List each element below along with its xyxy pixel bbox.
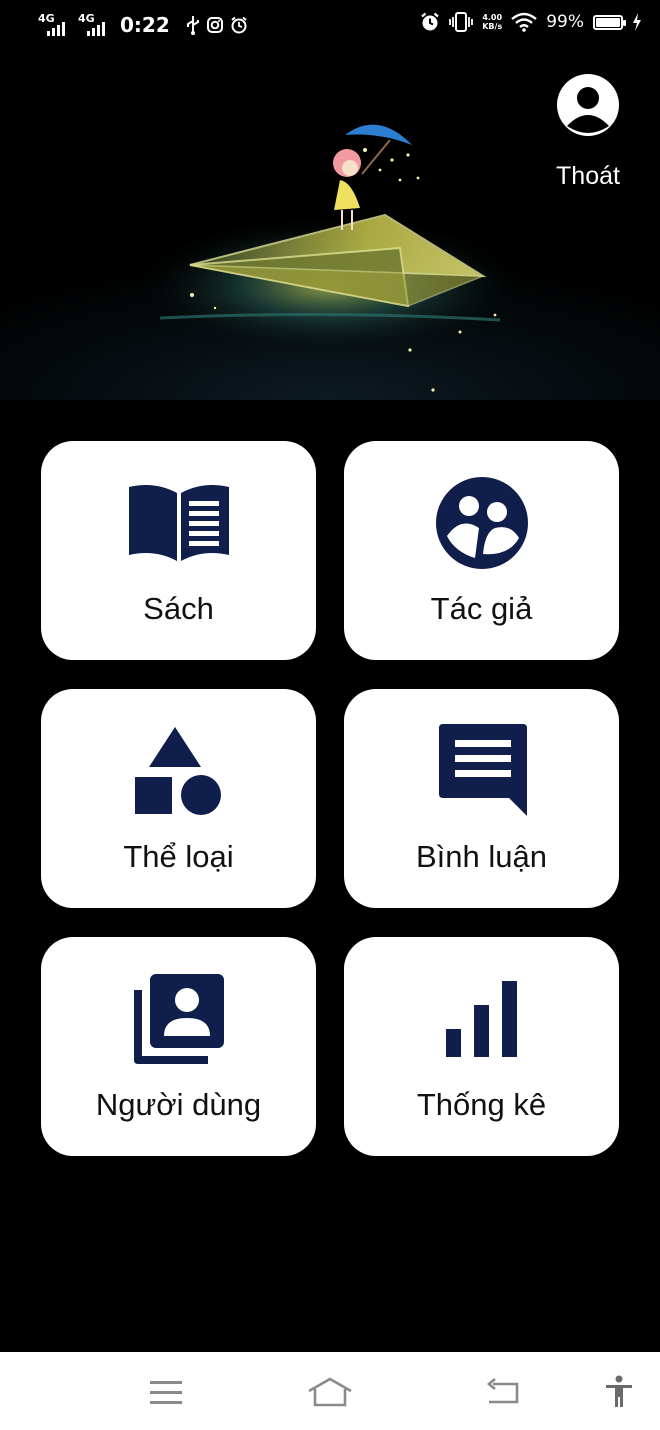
menu-card-authors[interactable]: Tác giả: [344, 441, 619, 660]
instagram-icon: [206, 17, 223, 33]
home-nav-button[interactable]: [306, 1370, 354, 1414]
status-bar: 4G 4G 0:22 4.00 KB/s 99%: [0, 0, 660, 52]
account-circle-icon: [557, 74, 619, 136]
logout-button[interactable]: Thoát: [550, 74, 626, 191]
charging-icon: [633, 13, 641, 31]
battery-percent: 99%: [546, 12, 584, 32]
alarm-icon: [231, 16, 247, 34]
signal-icon: 4G: [78, 12, 112, 38]
menu-card-label: Tác giả: [430, 591, 533, 626]
comment-icon: [438, 724, 527, 816]
menu-card-categories[interactable]: Thể loại: [41, 689, 316, 908]
network-speed: 4.00 KB/s: [482, 13, 503, 31]
menu-card-label: Thể loại: [123, 839, 234, 874]
vibrate-icon: [449, 12, 474, 32]
menu-card-users[interactable]: Người dùng: [41, 937, 316, 1156]
system-nav-bar: [0, 1352, 660, 1430]
book-icon: [128, 485, 229, 561]
accessibility-icon: [606, 1375, 632, 1407]
authors-icon: [435, 477, 528, 569]
menu-icon: [150, 1381, 182, 1404]
back-nav-button[interactable]: [484, 1370, 522, 1414]
bar-chart-icon: [445, 981, 517, 1057]
usb-icon: [186, 16, 199, 35]
menu-card-label: Thống kê: [416, 1087, 547, 1122]
accessibility-nav-button[interactable]: [602, 1370, 636, 1414]
category-shapes-icon: [134, 727, 221, 815]
menu-card-label: Người dùng: [95, 1087, 262, 1122]
menu-card-comments[interactable]: Bình luận: [344, 689, 619, 908]
back-icon: [486, 1378, 519, 1404]
signal-icon: 4G: [38, 12, 72, 38]
logout-label: Thoát: [556, 162, 620, 190]
clock: 0:22: [120, 13, 170, 37]
battery-icon: [593, 14, 626, 30]
menu-nav-button[interactable]: [148, 1370, 184, 1414]
menu-card-label: Sách: [143, 591, 214, 626]
wifi-icon: [511, 12, 537, 32]
users-icon: [133, 974, 224, 1064]
home-icon: [308, 1377, 352, 1407]
menu-card-statistics[interactable]: Thống kê: [344, 937, 619, 1156]
menu-card-label: Bình luận: [416, 839, 547, 874]
menu-card-books[interactable]: Sách: [41, 441, 316, 660]
alarm-icon: [421, 12, 439, 31]
